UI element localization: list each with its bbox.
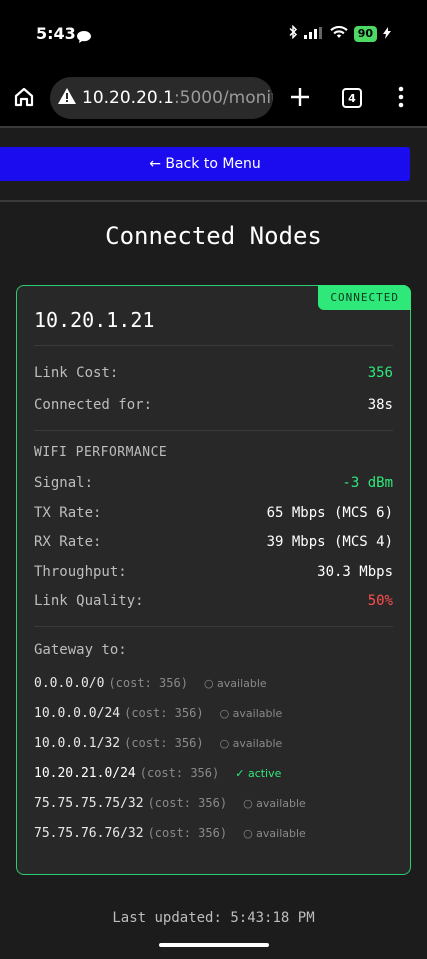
node-card: CONNECTED 10.20.1.21 Link Cost: 356 Conn… [16, 285, 411, 875]
gateway-route: 0.0.0.0/0 [34, 676, 105, 691]
bluetooth-icon [288, 24, 298, 43]
back-to-menu-button[interactable]: ← Back to Menu [0, 147, 410, 181]
page-content: ← Back to Menu Connected Nodes CONNECTED… [0, 126, 427, 959]
gateway-status: ○ available [243, 797, 306, 810]
divider [34, 430, 393, 431]
gateway-status: ○ available [203, 677, 267, 690]
gateway-cost: (cost: 356) [147, 796, 228, 810]
charging-bolt-icon [383, 24, 391, 43]
link-quality-row: Link Quality: 50% [34, 593, 393, 609]
kebab-menu-icon[interactable] [398, 86, 404, 112]
link-quality-label: Link Quality: [34, 593, 144, 609]
divider [0, 200, 427, 202]
gateway-cost: (cost: 356) [124, 706, 204, 720]
signal-label: Signal: [34, 475, 94, 491]
tab-count-button[interactable]: 4 [342, 88, 362, 108]
signal-row: Signal: -3 dBm [34, 475, 393, 491]
warning-triangle-icon[interactable] [58, 88, 76, 108]
list-item: 75.75.75.75/32 (cost: 356) ○ available [34, 796, 393, 826]
last-updated: Last updated: 5:43:18 PM [112, 910, 315, 926]
gateway-status: ○ available [219, 737, 283, 750]
divider [34, 345, 393, 346]
list-item: 10.0.0.0/24 (cost: 356) ○ available [34, 706, 393, 736]
home-indicator[interactable] [159, 943, 269, 947]
gateway-route: 10.0.0.0/24 [34, 706, 121, 721]
list-item: 75.75.76.76/32 (cost: 356) ○ available [34, 826, 393, 856]
connected-for-label: Connected for: [34, 397, 153, 413]
status-time: 5:43 [36, 24, 76, 43]
gateway-cost: (cost: 356) [108, 676, 188, 690]
url-text: 10.20.20.1:5000/monitor [82, 88, 273, 108]
throughput-value: 30.3 Mbps [317, 564, 393, 580]
gateway-cost: (cost: 356) [147, 826, 228, 840]
status-bar: 5:43 90 [0, 0, 427, 70]
node-ip: 10.20.1.21 [34, 308, 155, 332]
list-item: 10.0.0.1/32 (cost: 356) ○ available [34, 736, 393, 766]
gateway-status-active: ✓ active [235, 767, 282, 780]
list-item: 0.0.0.0/0 (cost: 356) ○ available [34, 676, 393, 706]
gateway-cost: (cost: 356) [139, 766, 220, 780]
gateway-route: 75.75.75.75/32 [34, 796, 144, 811]
link-cost-label: Link Cost: [34, 365, 119, 381]
gateway-route: 10.0.0.1/32 [34, 736, 121, 751]
cellular-signal-icon [303, 24, 324, 43]
page-title: Connected Nodes [105, 222, 322, 250]
connected-for-row: Connected for: 38s [34, 397, 393, 413]
link-quality-value: 50% [367, 593, 393, 609]
divider [34, 626, 393, 627]
home-icon[interactable] [13, 86, 35, 112]
gateway-status: ○ available [243, 827, 306, 840]
gateway-list: 0.0.0.0/0 (cost: 356) ○ available 10.0.0… [34, 676, 393, 856]
tx-rate-value: 65 Mbps (MCS 6) [266, 505, 393, 521]
rx-rate-value: 39 Mbps (MCS 4) [266, 534, 393, 550]
url-host: 10.20.20.1 [82, 88, 174, 108]
new-tab-plus-icon[interactable] [289, 86, 311, 112]
divider [0, 126, 427, 128]
gateway-heading: Gateway to: [34, 642, 127, 658]
link-cost-value: 356 [367, 365, 393, 381]
tx-rate-row: TX Rate: 65 Mbps (MCS 6) [34, 505, 393, 521]
gateway-cost: (cost: 356) [124, 736, 204, 750]
url-path: :5000/monitor [173, 88, 273, 108]
signal-value: -3 dBm [342, 475, 393, 491]
battery-level: 90 [353, 25, 377, 42]
throughput-label: Throughput: [34, 564, 127, 580]
status-badge: CONNECTED [318, 285, 411, 310]
gateway-route: 10.20.21.0/24 [34, 766, 136, 781]
list-item: 10.20.21.0/24 (cost: 356) ✓ active [34, 766, 393, 796]
wifi-icon [329, 24, 348, 43]
connected-for-value: 38s [367, 397, 393, 413]
gateway-status: ○ available [219, 707, 283, 720]
tx-rate-label: TX Rate: [34, 505, 102, 521]
throughput-row: Throughput: 30.3 Mbps [34, 564, 393, 580]
rx-rate-label: RX Rate: [34, 534, 102, 550]
gateway-route: 75.75.76.76/32 [34, 826, 144, 841]
chat-bubble-icon [77, 28, 91, 47]
wifi-section-heading: WIFI PERFORMANCE [34, 445, 168, 460]
url-bar[interactable]: 10.20.20.1:5000/monitor [50, 77, 273, 119]
link-cost-row: Link Cost: 356 [34, 365, 393, 381]
rx-rate-row: RX Rate: 39 Mbps (MCS 4) [34, 534, 393, 550]
browser-toolbar: 10.20.20.1:5000/monitor 4 [0, 70, 427, 126]
